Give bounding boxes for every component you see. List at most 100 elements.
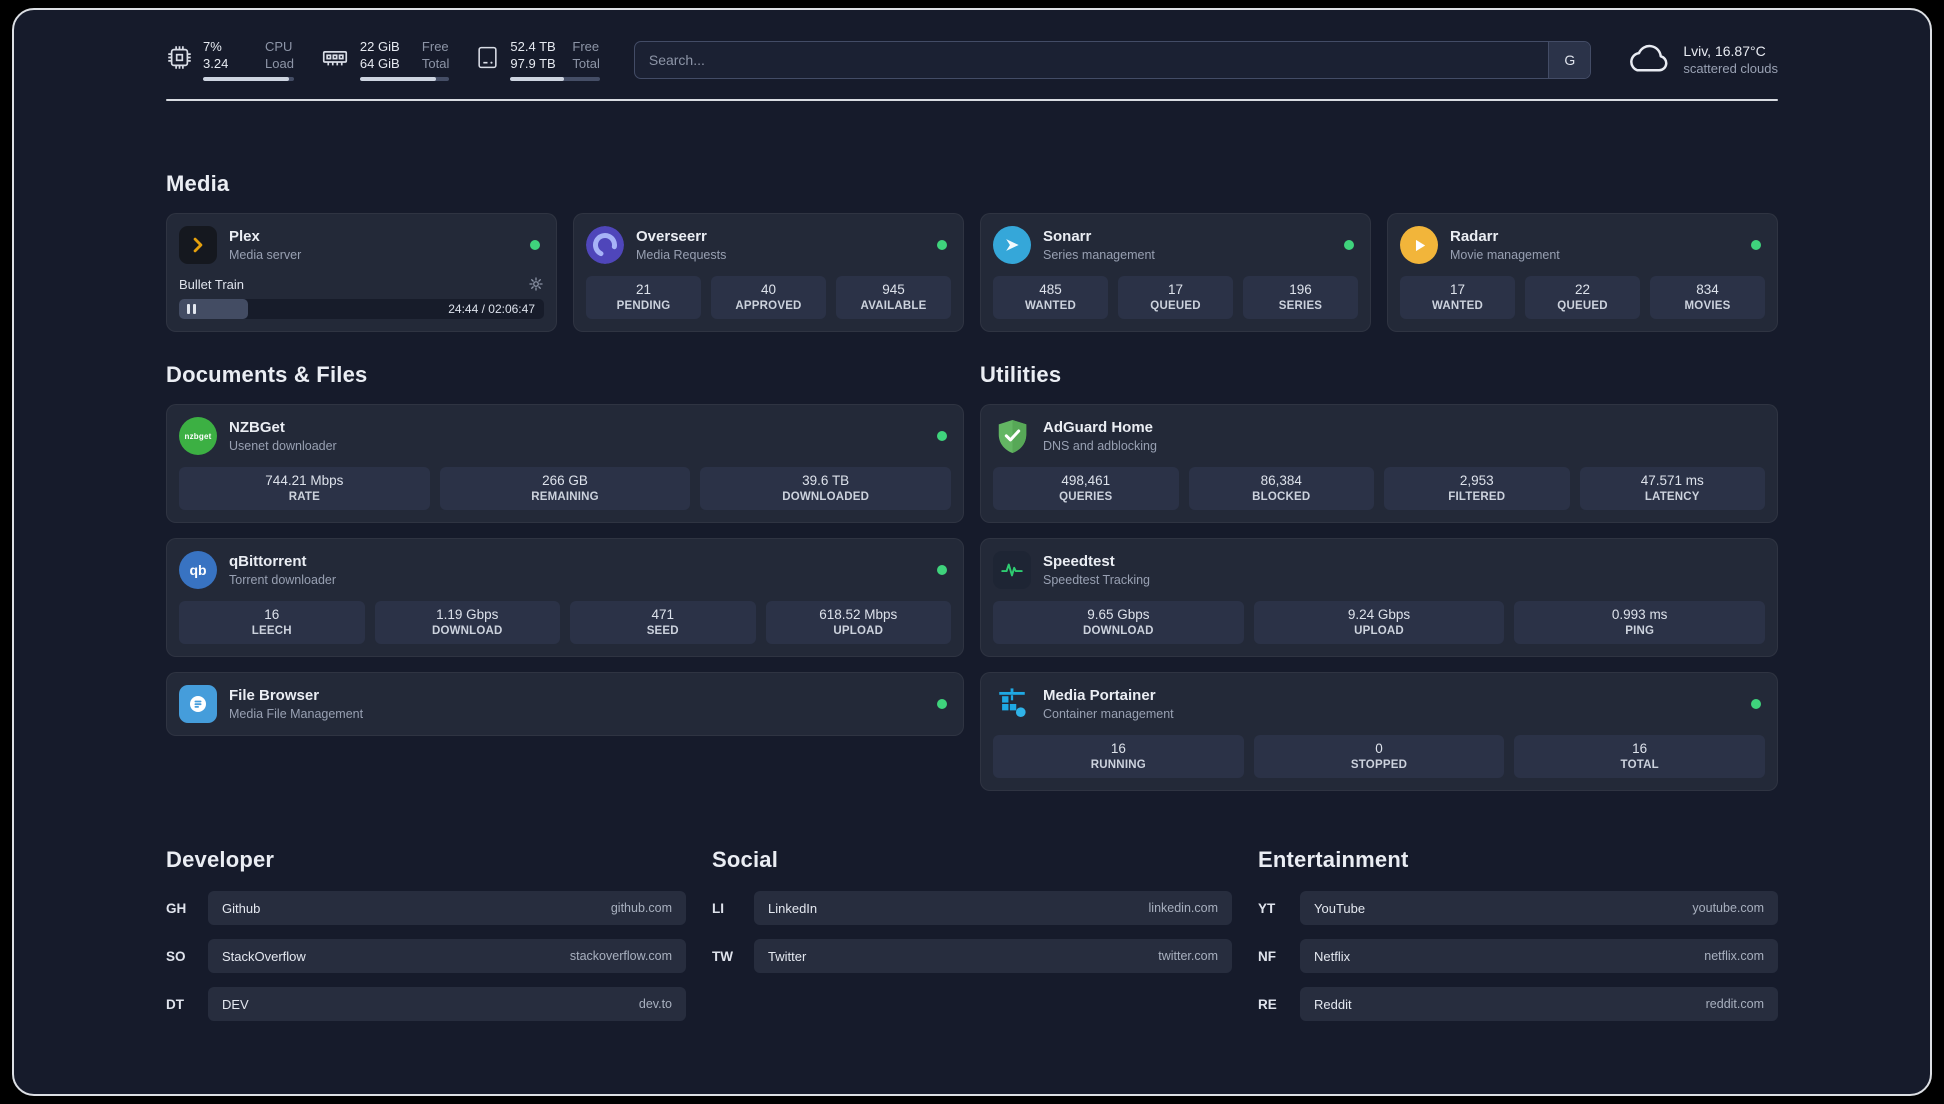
service-card-qbittorrent[interactable]: qb qBittorrent Torrent downloader 16 LEE…	[166, 538, 964, 657]
service-name: qBittorrent	[229, 553, 307, 570]
stat-value: 2,953	[1459, 473, 1494, 488]
link-section-entertainment: Entertainment YT YouTube youtube.com NF …	[1258, 847, 1778, 1035]
stat-value: 21	[635, 282, 652, 297]
stat-label: BLOCKED	[1252, 491, 1311, 503]
stat-label: DOWNLOAD	[1083, 625, 1154, 637]
search-input[interactable]	[633, 40, 1592, 79]
link-reddit[interactable]: Reddit reddit.com	[1300, 987, 1778, 1021]
service-card-plex[interactable]: Plex Media server Bullet Train 24:44 / 0…	[166, 213, 557, 332]
link-stackoverflow[interactable]: StackOverflow stackoverflow.com	[208, 939, 686, 973]
playback-time: 24:44 / 02:06:47	[448, 302, 535, 316]
metric-value: 64 GiB	[359, 56, 400, 71]
service-card-nzbget[interactable]: nzbget NZBGet Usenet downloader 744.21 M…	[166, 404, 964, 523]
status-online-dot	[1751, 699, 1761, 709]
radarr-icon	[1400, 226, 1438, 264]
stat-download: 9.65 Gbps DOWNLOAD	[993, 601, 1244, 644]
stat-label: APPROVED	[735, 300, 802, 312]
stat-value: 945	[882, 282, 905, 297]
link-name: LinkedIn	[768, 900, 818, 916]
link-netflix[interactable]: Netflix netflix.com	[1300, 939, 1778, 973]
stat-value: 0	[1375, 741, 1383, 756]
link-twitter[interactable]: Twitter twitter.com	[754, 939, 1232, 973]
metric-value: 3.24	[203, 56, 229, 71]
status-online-dot	[937, 431, 947, 441]
nzbget-icon: nzbget	[179, 417, 217, 455]
service-name: Overseerr	[636, 228, 707, 245]
link-name: YouTube	[1314, 900, 1366, 916]
service-card-file-browser[interactable]: File Browser Media File Management	[166, 672, 964, 736]
stat-value: 16	[1632, 741, 1648, 756]
metric-progress-bar	[203, 77, 294, 81]
section-media: Media Plex Media server Bullet Train 24:…	[166, 171, 1778, 332]
stat-label: STOPPED	[1350, 759, 1408, 771]
link-url: youtube.com	[1692, 901, 1764, 915]
utilities-cards: AdGuard Home DNS and adblocking 498,461 …	[980, 404, 1778, 791]
stat-value: 9.24 Gbps	[1347, 607, 1411, 622]
stat-label: SERIES	[1278, 300, 1323, 312]
stat-ping: 0.993 ms PING	[1514, 601, 1766, 644]
seek-bar[interactable]: 24:44 / 02:06:47	[179, 299, 544, 319]
stat-download: 1.19 Gbps DOWNLOAD	[374, 601, 560, 644]
link-dev[interactable]: DEV dev.to	[208, 987, 686, 1021]
stat-pending: 21 PENDING	[586, 276, 701, 319]
section-title-documents: Documents & Files	[166, 362, 368, 387]
link-row-dev: DT DEV dev.to	[166, 987, 686, 1021]
link-abbr-github: GH	[166, 900, 187, 916]
metric-label: Free	[572, 39, 600, 54]
metric-cpu: 7% CPU 3.24 Load	[166, 38, 294, 81]
service-name: Radarr	[1450, 228, 1499, 245]
stat-label: SEED	[646, 625, 679, 637]
memory-icon	[320, 44, 350, 76]
link-section-social: Social LI LinkedIn linkedin.com TW Twitt…	[712, 847, 1232, 987]
pause-button[interactable]	[187, 304, 196, 314]
stat-value: 618.52 Mbps	[819, 607, 898, 622]
stat-label: RATE	[288, 491, 320, 503]
stat-value: 0.993 ms	[1611, 607, 1668, 622]
link-name: Reddit	[1314, 996, 1352, 1012]
metric-value: 7%	[203, 39, 222, 54]
metric-value: 52.4 TB	[510, 39, 556, 54]
stat-tiles: 16 LEECH 1.19 Gbps DOWNLOAD 471 SEED 618…	[179, 589, 951, 644]
stat-value: 266 GB	[542, 473, 588, 488]
section-utilities: Utilities AdGuard Home DNS and adblockin…	[980, 362, 1778, 791]
stat-label: REMAINING	[531, 491, 599, 503]
system-metrics: 7% CPU 3.24 Load 22 GiB Free 64 GiB Tota…	[166, 38, 600, 81]
stat-queries: 498,461 QUERIES	[993, 467, 1179, 510]
status-online-dot	[937, 699, 947, 709]
section-title-entertainment: Entertainment	[1258, 847, 1409, 872]
service-name: Sonarr	[1043, 228, 1092, 245]
service-card-adguard-home[interactable]: AdGuard Home DNS and adblocking 498,461 …	[980, 404, 1778, 523]
link-github[interactable]: Github github.com	[208, 891, 686, 925]
stat-approved: 40 APPROVED	[711, 276, 826, 319]
link-youtube[interactable]: YouTube youtube.com	[1300, 891, 1778, 925]
stat-tiles: 744.21 Mbps RATE 266 GB REMAINING 39.6 T…	[179, 455, 952, 510]
sonarr-icon	[993, 226, 1031, 264]
now-playing: Bullet Train 24:44 / 02:06:47	[179, 266, 544, 319]
link-abbr-reddit: RE	[1258, 996, 1277, 1012]
link-sections: Developer GH Github github.com SO StackO…	[166, 847, 1778, 1035]
stat-label: AVAILABLE	[860, 300, 927, 312]
status-online-dot	[937, 240, 947, 250]
link-row-netflix: NF Netflix netflix.com	[1258, 939, 1778, 973]
stat-value: 834	[1696, 282, 1719, 297]
link-linkedin[interactable]: LinkedIn linkedin.com	[754, 891, 1232, 925]
link-section-developer: Developer GH Github github.com SO StackO…	[166, 847, 686, 1035]
weather-widget: Lviv, 16.87°C scattered clouds	[1625, 41, 1778, 78]
service-card-sonarr[interactable]: Sonarr Series management 485 WANTED 17 Q…	[980, 213, 1371, 332]
stat-value: 39.6 TB	[802, 473, 850, 488]
search-engine-button[interactable]: G	[1548, 41, 1591, 78]
stat-value: 47.571 ms	[1640, 473, 1704, 488]
stat-remaining: 266 GB REMAINING	[439, 467, 691, 510]
link-url: twitter.com	[1158, 949, 1218, 963]
service-card-media-portainer[interactable]: Media Portainer Container management 16 …	[980, 672, 1778, 791]
link-abbr-youtube: YT	[1258, 900, 1276, 916]
service-card-overseerr[interactable]: Overseerr Media Requests 21 PENDING 40 A…	[573, 213, 964, 332]
service-card-speedtest[interactable]: Speedtest Speedtest Tracking 9.65 Gbps D…	[980, 538, 1778, 657]
gear-icon[interactable]	[528, 276, 544, 292]
stat-value: 17	[1449, 282, 1466, 297]
service-description: Series management	[1043, 248, 1155, 262]
service-card-radarr[interactable]: Radarr Movie management 17 WANTED 22 QUE…	[1387, 213, 1778, 332]
stat-label: UPLOAD	[1354, 625, 1404, 637]
metric-label: Free	[421, 39, 449, 54]
service-name: Speedtest	[1043, 553, 1115, 570]
